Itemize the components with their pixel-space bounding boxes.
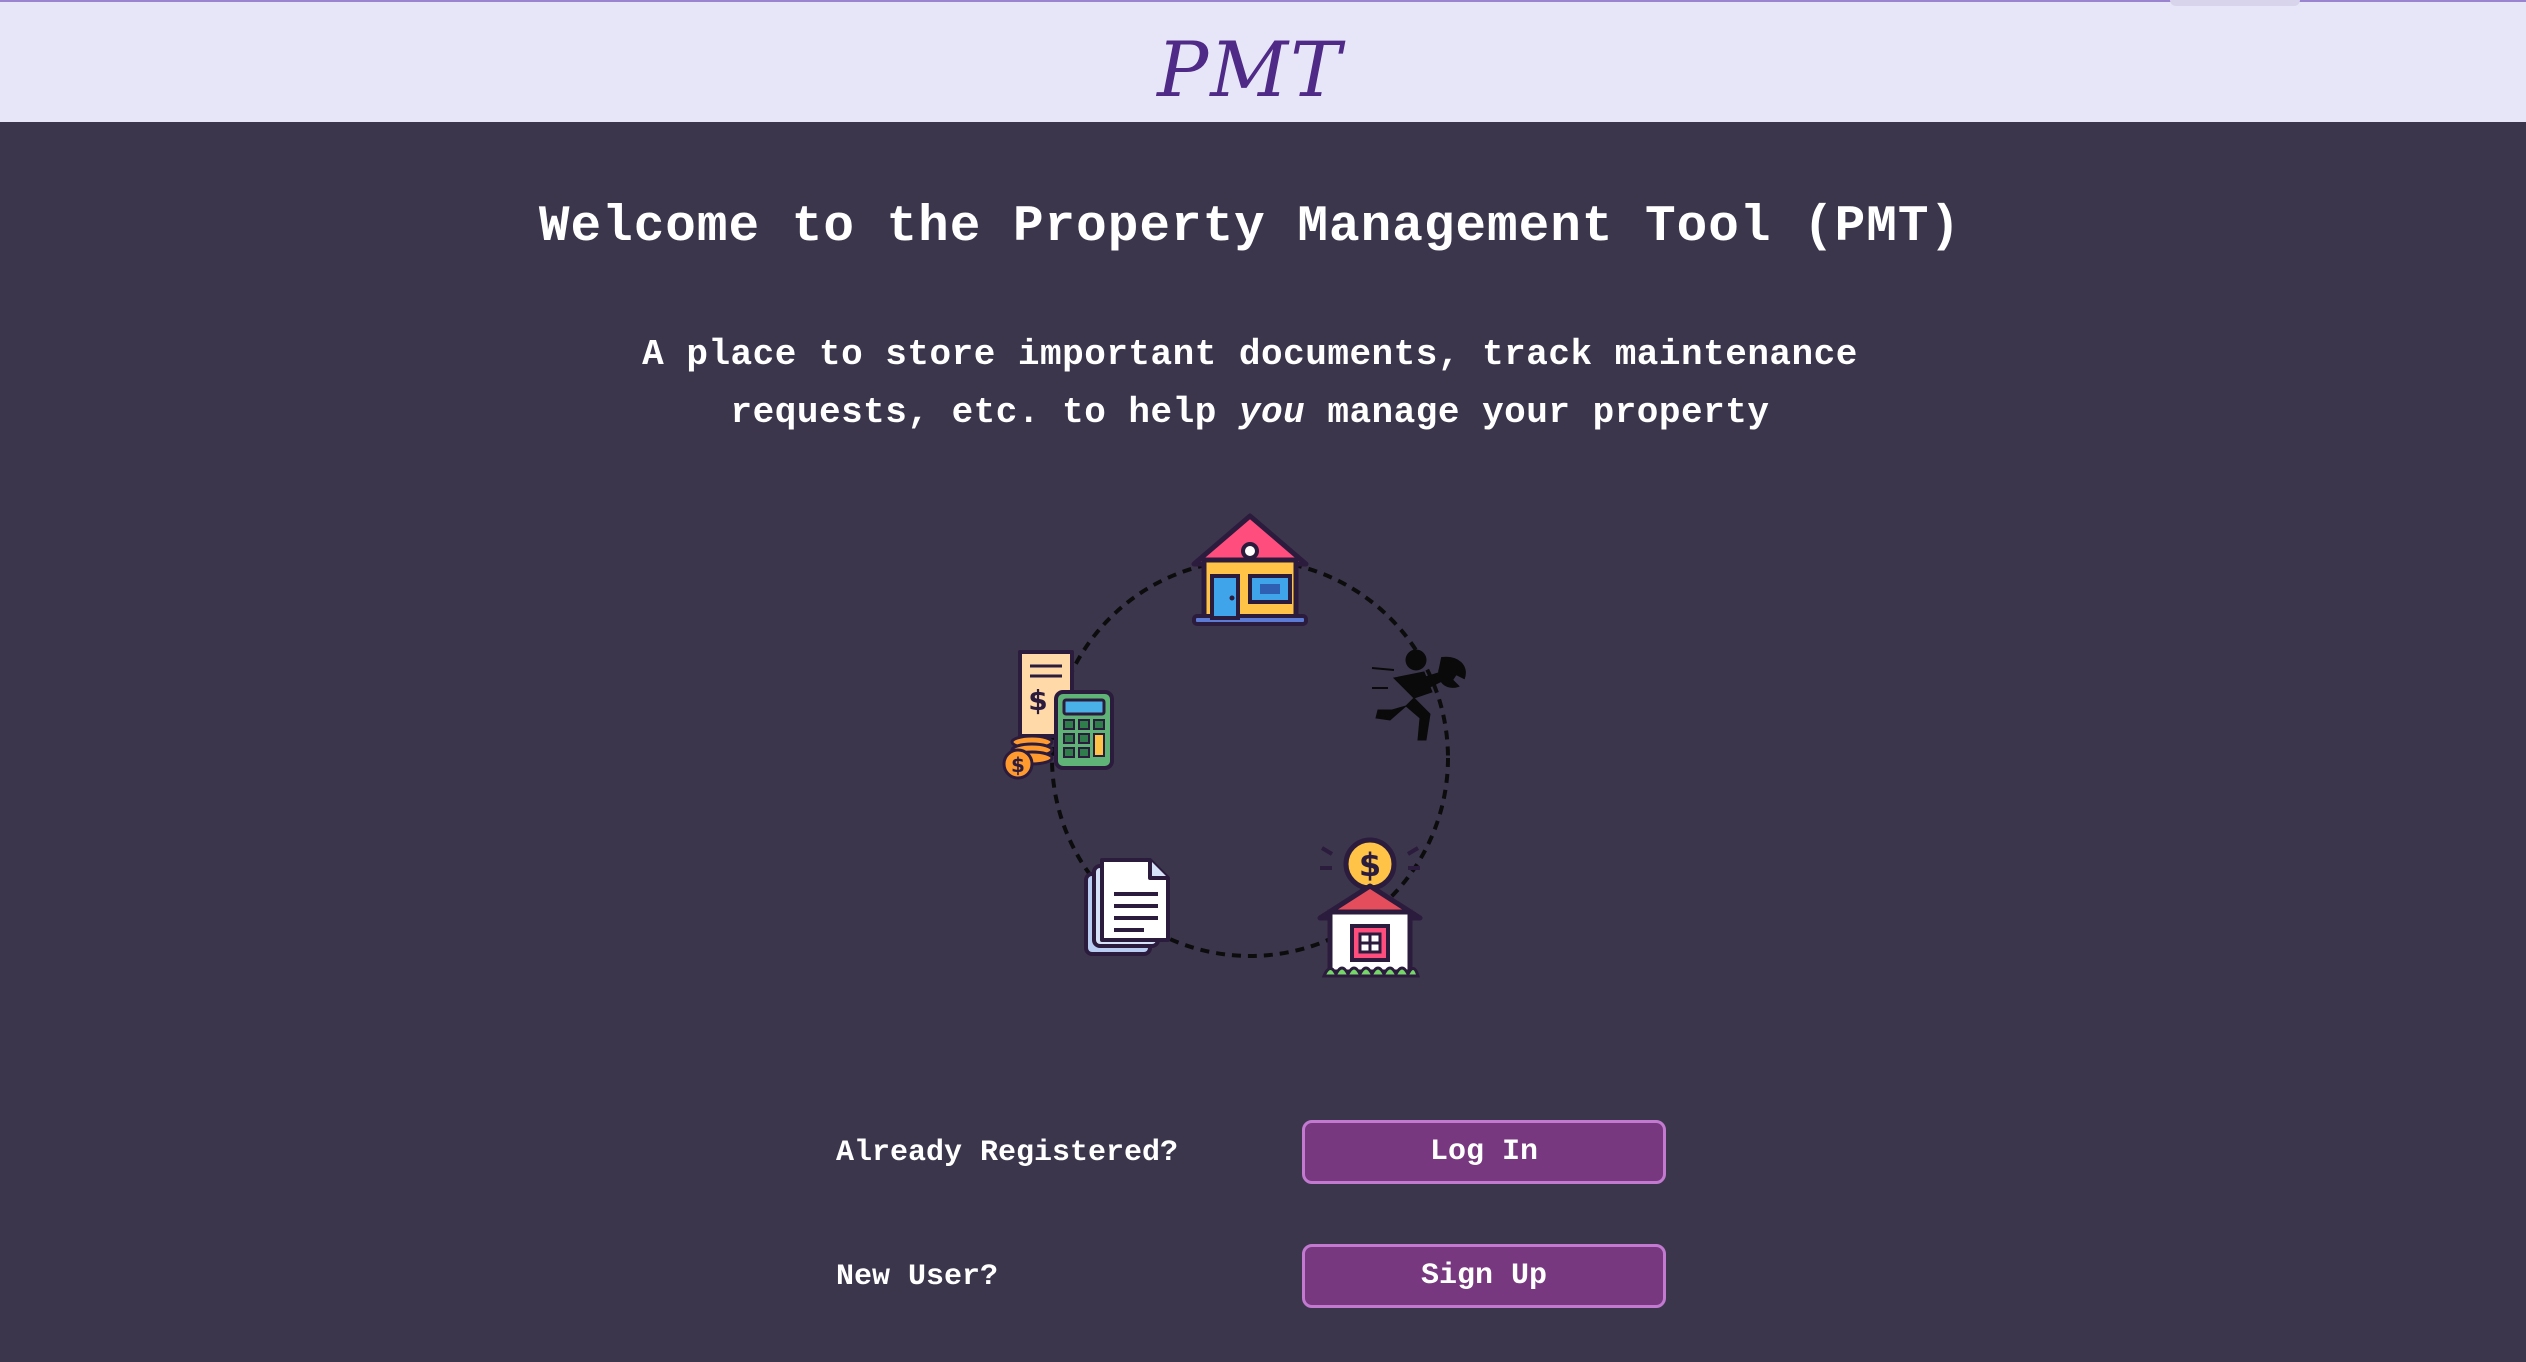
login-prompt: Already Registered? [836, 1136, 1179, 1170]
svg-text:$: $ [1028, 684, 1047, 717]
svg-text:$: $ [1359, 846, 1381, 884]
page-subtitle: A place to store important documents, tr… [560, 326, 1940, 442]
signup-prompt: New User? [836, 1260, 999, 1294]
app-logo[interactable]: PMT [0, 32, 2500, 108]
landing-page: PMT Welcome to the Property Management T… [0, 0, 2526, 1362]
svg-text:$: $ [1011, 753, 1025, 777]
login-row: Already Registered? Log In [836, 1120, 1676, 1186]
documents-icon [1084, 858, 1170, 956]
subtitle-emphasis: you [1238, 392, 1306, 433]
login-button[interactable]: Log In [1302, 1120, 1666, 1184]
page-title: Welcome to the Property Management Tool … [538, 199, 1962, 256]
signup-row: New User? Sign Up [836, 1244, 1676, 1310]
house-income-icon: $ [1317, 837, 1423, 978]
header-bar: PMT [0, 0, 2526, 122]
house-icon [1191, 513, 1309, 626]
repair-worker-icon [1371, 649, 1466, 741]
feature-cycle-diagram: $ $ $ [1002, 513, 1466, 978]
accounting-calculator-icon: $ $ [1002, 650, 1114, 780]
signup-button[interactable]: Sign Up [1302, 1244, 1666, 1308]
header-tab-indicator [2170, 0, 2300, 6]
subtitle-text-after: manage your property [1305, 392, 1770, 433]
